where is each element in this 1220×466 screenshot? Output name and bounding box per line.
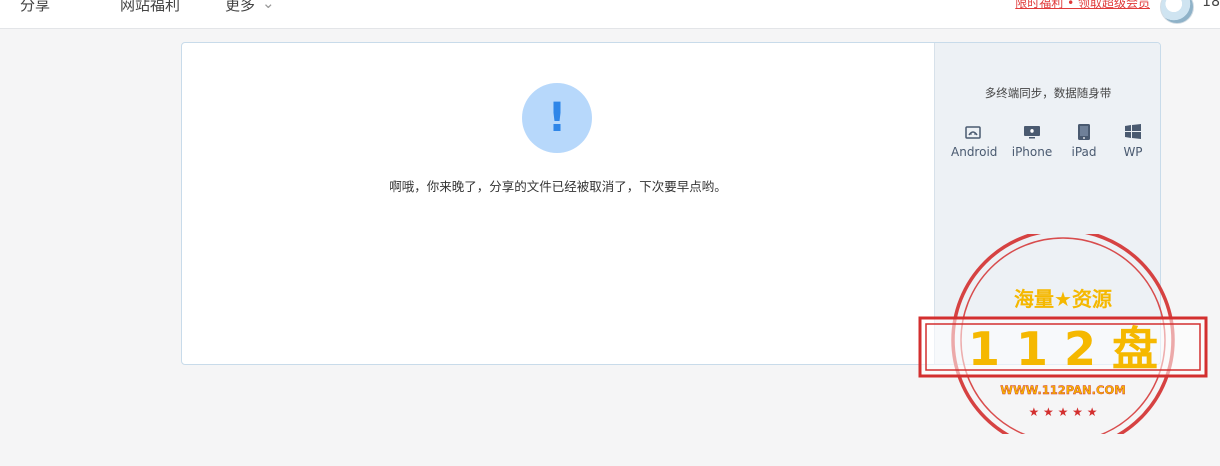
promo-link[interactable]: 限时福利 • 领取超级会员	[1015, 0, 1150, 11]
sync-title: 多终端同步，数据随身带	[984, 86, 1112, 100]
platform-wp[interactable]: WP	[1118, 123, 1148, 159]
ipad-icon	[1078, 124, 1090, 140]
avatar[interactable]	[1160, 0, 1194, 24]
error-message: 啊哦，你来晚了，分享的文件已经被取消了，下次要早点哟。	[389, 179, 727, 194]
user-number[interactable]: 18	[1202, 0, 1220, 10]
nav-more[interactable]: 更多	[225, 0, 255, 15]
stamp-url: WWW.112PAN.COM	[1000, 383, 1125, 397]
nav-site-benefits[interactable]: 网站福利	[120, 0, 180, 15]
platform-android[interactable]: Android	[951, 123, 998, 159]
chevron-down-icon[interactable]: ⌄	[262, 0, 275, 12]
platform-ipad[interactable]: iPad	[1065, 123, 1103, 159]
android-icon	[965, 126, 981, 139]
platform-label-android: Android	[951, 145, 998, 159]
top-navigation-bar: 分享 网站福利 更多 ⌄ 限时福利 • 领取超级会员 18	[0, 0, 1220, 29]
windows-icon	[1125, 124, 1141, 139]
platform-label-wp: WP	[1123, 145, 1143, 159]
watermark-stamp: 海量★资源 1 1 2 盘 WWW.112PAN.COM ★ ★ ★ ★ ★	[918, 234, 1208, 434]
stamp-stars: ★ ★ ★ ★ ★	[1028, 405, 1097, 419]
platform-label-ipad: iPad	[1071, 145, 1097, 159]
iphone-icon	[1024, 126, 1040, 139]
platform-label-iphone: iPhone	[1011, 145, 1053, 159]
exclamation-icon: !	[522, 83, 592, 153]
platform-iphone[interactable]: iPhone	[1010, 123, 1054, 159]
stamp-main-text: 1 1 2 盘	[968, 322, 1158, 376]
nav-share[interactable]: 分享	[20, 0, 50, 15]
stamp-top-text: 海量★资源	[1014, 287, 1112, 311]
